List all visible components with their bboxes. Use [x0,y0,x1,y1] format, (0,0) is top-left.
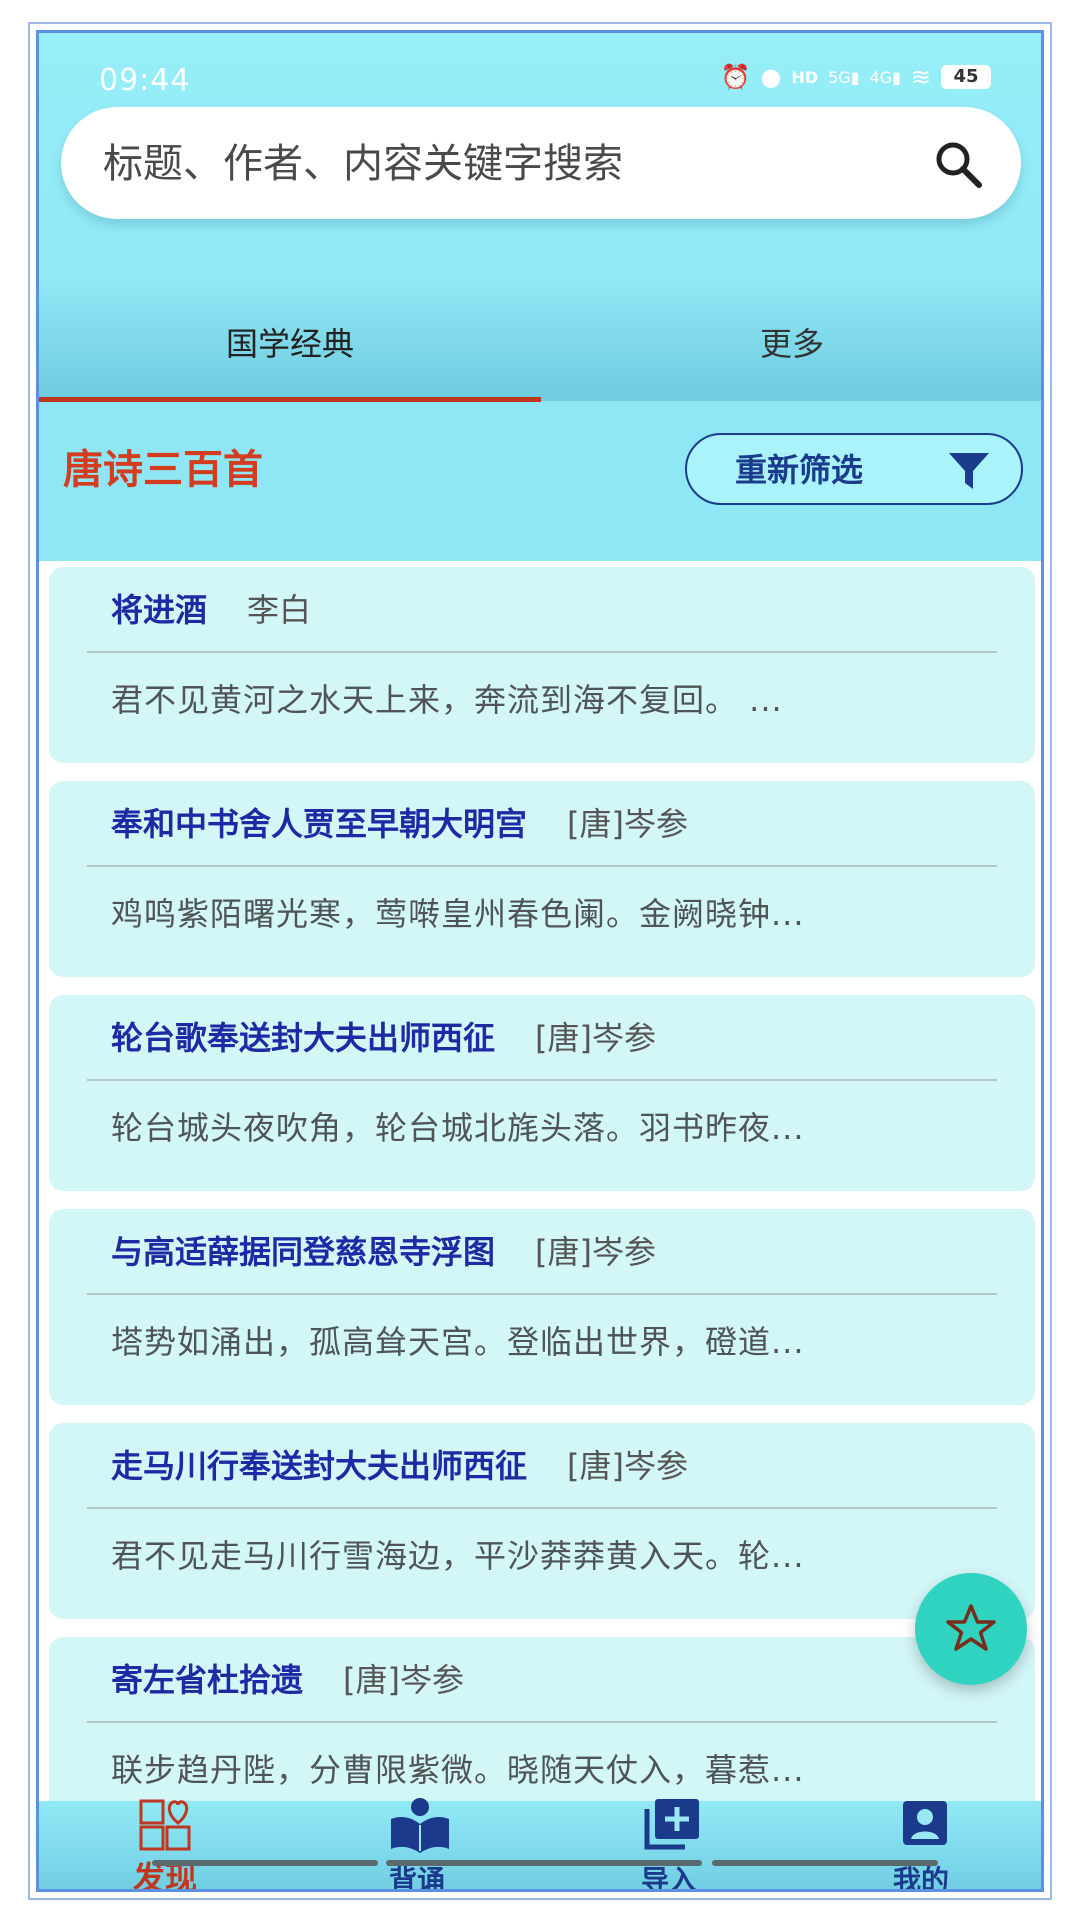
card-divider [87,651,997,653]
card-header: 与高适薛据同登慈恩寺浮图 [唐]岑参 [111,1227,656,1277]
poem-excerpt: 君不见走马川行雪海边，平沙莽莽黄入天。轮... [111,1537,805,1575]
nav-discover[interactable]: 发现 [39,1799,291,1892]
poem-author: [唐]岑参 [343,1661,464,1699]
card-header: 寄左省杜拾遗 [唐]岑参 [111,1655,464,1705]
status-icons: ⏰ ● HD 5G▮ 4G▮ ≋ 45 [721,63,991,91]
mic-icon: ● [760,63,782,91]
app-screen: 09:44 ⏰ ● HD 5G▮ 4G▮ ≋ 45 国学经典 更多 唐诗三百首 … [36,30,1044,1892]
card-divider [87,865,997,867]
nav-recite[interactable]: 背诵 [291,1798,543,1889]
poem-title: 将进酒 [111,591,208,629]
poem-excerpt: 君不见黄河之水天上来，奔流到海不复回。 ... [111,681,783,719]
poem-card[interactable]: 将进酒 李白 君不见黄河之水天上来，奔流到海不复回。 ... [49,567,1035,763]
alarm-icon: ⏰ [720,63,751,91]
card-divider [87,1293,997,1295]
bottom-nav: 发现 背诵 导入 我的 [39,1798,1041,1892]
filter-icon [949,453,989,489]
card-header: 将进酒 李白 [111,585,311,635]
refilter-button[interactable]: 重新筛选 [685,433,1023,505]
gesture-bar [712,1860,938,1866]
search-bar[interactable] [61,107,1021,221]
discover-icon [139,1799,191,1851]
import-icon [644,1799,699,1850]
poem-title: 走马川行奉送封大夫出师西征 [111,1447,528,1485]
poem-excerpt: 轮台城头夜吹角，轮台城北旄头落。羽书昨夜... [111,1109,805,1147]
card-header: 轮台歌奉送封大夫出师西征 [唐]岑参 [111,1013,656,1063]
wifi-icon: ≋ [910,63,931,91]
filter-bar: 唐诗三百首 重新筛选 [39,401,1041,531]
card-divider [87,1079,997,1081]
refilter-label: 重新筛选 [735,451,864,489]
poem-author: [唐]岑参 [535,1233,656,1271]
poem-card[interactable]: 轮台歌奉送封大夫出师西征 [唐]岑参 轮台城头夜吹角，轮台城北旄头落。羽书昨夜..… [49,995,1035,1191]
profile-icon [903,1801,947,1845]
recite-icon [391,1798,449,1853]
nav-label: 发现 [132,1859,197,1892]
poem-author: [唐]岑参 [567,805,688,843]
5g-signal-icon: 5G▮ [828,67,860,87]
poem-title: 寄左省杜拾遗 [111,1661,304,1699]
tab-more[interactable]: 更多 [541,287,1041,401]
poem-excerpt: 塔势如涌出，孤高耸天宫。登临出世界，磴道... [111,1323,805,1361]
poem-title: 与高适薛据同登慈恩寺浮图 [111,1233,496,1271]
poem-list[interactable]: 将进酒 李白 君不见黄河之水天上来，奔流到海不复回。 ... 奉和中书舍人贾至早朝… [39,561,1041,1801]
gesture-bar [152,1860,378,1866]
poem-title: 轮台歌奉送封大夫出师西征 [111,1019,496,1057]
poem-author: [唐]岑参 [567,1447,688,1485]
4g-signal-icon: 4G▮ [869,67,901,87]
search-input[interactable] [101,107,885,221]
collection-title: 唐诗三百首 [63,447,263,493]
search-icon[interactable] [933,139,983,189]
battery-icon: 45 [941,65,991,89]
nav-profile[interactable]: 我的 [795,1801,1041,1889]
poem-card[interactable]: 寄左省杜拾遗 [唐]岑参 联步趋丹陛，分曹限紫微。晓随天仗入，暮惹... [49,1637,1035,1801]
card-header: 奉和中书舍人贾至早朝大明宫 [唐]岑参 [111,799,688,849]
tab-bar: 国学经典 更多 [39,287,1041,402]
status-time: 09:44 [99,63,191,98]
poem-excerpt: 联步趋丹陛，分曹限紫微。晓随天仗入，暮惹... [111,1751,805,1789]
gesture-bar [386,1860,702,1866]
nav-import[interactable]: 导入 [543,1799,795,1889]
card-divider [87,1721,997,1723]
poem-author: 李白 [247,591,312,629]
card-divider [87,1507,997,1509]
poem-excerpt: 鸡鸣紫陌曙光寒，莺啭皇州春色阑。金阙晓钟... [111,895,805,933]
poem-card[interactable]: 走马川行奉送封大夫出师西征 [唐]岑参 君不见走马川行雪海边，平沙莽莽黄入天。轮.… [49,1423,1035,1619]
tab-classics[interactable]: 国学经典 [39,287,541,401]
favorite-fab[interactable] [915,1573,1027,1685]
card-header: 走马川行奉送封大夫出师西征 [唐]岑参 [111,1441,688,1491]
poem-author: [唐]岑参 [535,1019,656,1057]
star-icon [946,1604,996,1651]
poem-title: 奉和中书舍人贾至早朝大明宫 [111,805,528,843]
hd-icon: HD [791,67,819,87]
poem-card[interactable]: 奉和中书舍人贾至早朝大明宫 [唐]岑参 鸡鸣紫陌曙光寒，莺啭皇州春色阑。金阙晓钟.… [49,781,1035,977]
poem-card[interactable]: 与高适薛据同登慈恩寺浮图 [唐]岑参 塔势如涌出，孤高耸天宫。登临出世界，磴道..… [49,1209,1035,1405]
